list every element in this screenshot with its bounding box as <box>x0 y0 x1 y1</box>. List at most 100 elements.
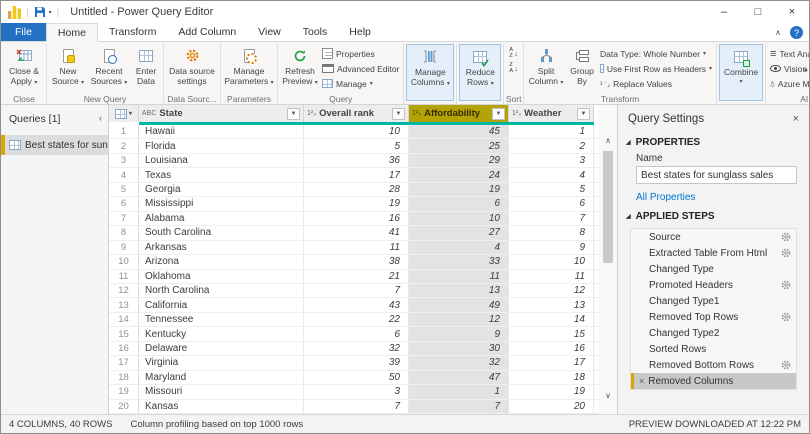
overall-rank-cell[interactable]: 38 <box>304 255 409 268</box>
overall-rank-cell[interactable]: 17 <box>304 168 409 181</box>
affordability-cell[interactable]: 49 <box>409 298 509 311</box>
step-removed-columns[interactable]: × Removed Columns <box>631 373 796 389</box>
manage-columns-button[interactable]: Manage Columns ▾ <box>408 45 452 89</box>
table-row[interactable]: 9Arkansas1149 <box>109 241 599 255</box>
affordability-cell[interactable]: 10 <box>409 212 509 225</box>
state-cell[interactable]: Hawaii <box>139 125 304 138</box>
advanced-editor-button[interactable]: Advanced Editor <box>320 61 401 76</box>
step-extracted-table[interactable]: Extracted Table From Html <box>631 245 796 261</box>
overall-rank-cell[interactable]: 39 <box>304 356 409 369</box>
state-cell[interactable]: Georgia <box>139 183 304 196</box>
table-row[interactable]: 19Missouri3119 <box>109 385 599 399</box>
weather-cell[interactable]: 19 <box>509 385 594 398</box>
column-header-overall-rank[interactable]: 1²₃ Overall rank ▼ <box>304 105 409 122</box>
step-settings-gear-icon[interactable] <box>781 312 791 322</box>
overall-rank-cell[interactable]: 5 <box>304 139 409 152</box>
table-row[interactable]: 8South Carolina41278 <box>109 226 599 240</box>
profiling-status[interactable]: Column profiling based on top 1000 rows <box>130 419 303 430</box>
table-row[interactable]: 2Florida5252 <box>109 139 599 153</box>
tab-add-column[interactable]: Add Column <box>167 23 247 41</box>
vertical-scrollbar[interactable]: ∧ ∨ <box>599 105 617 414</box>
enter-data-button[interactable]: Enter Data <box>131 44 161 86</box>
recent-sources-button[interactable]: Recent Sources ▾ <box>87 44 131 88</box>
overall-rank-cell[interactable]: 16 <box>304 212 409 225</box>
table-row[interactable]: 3Louisiana36293 <box>109 154 599 168</box>
tab-help[interactable]: Help <box>338 23 382 41</box>
weather-cell[interactable]: 16 <box>509 342 594 355</box>
state-cell[interactable]: Arkansas <box>139 241 304 254</box>
affordability-cell[interactable]: 47 <box>409 371 509 384</box>
query-list-item[interactable]: Best states for sunglas... <box>1 135 108 155</box>
table-row[interactable]: 6Mississippi1966 <box>109 197 599 211</box>
state-cell[interactable]: California <box>139 298 304 311</box>
scrollbar-thumb[interactable] <box>603 151 613 263</box>
weather-cell[interactable]: 3 <box>509 154 594 167</box>
table-row[interactable]: 5Georgia28195 <box>109 183 599 197</box>
close-button[interactable]: × <box>775 1 809 23</box>
step-removed-top-rows[interactable]: Removed Top Rows <box>631 309 796 325</box>
weather-cell[interactable]: 7 <box>509 212 594 225</box>
table-menu-corner-cell[interactable]: ▾ <box>109 105 139 122</box>
table-row[interactable]: 18Maryland504718 <box>109 371 599 385</box>
filter-dropdown-icon[interactable]: ▼ <box>577 108 590 120</box>
close-panel-icon[interactable]: × <box>793 113 799 125</box>
table-row[interactable]: 20Kansas7720 <box>109 400 599 414</box>
properties-section-header[interactable]: ◢ PROPERTIES <box>618 131 809 150</box>
collapse-ribbon-icon[interactable]: ∧ <box>775 28 781 37</box>
manage-parameters-button[interactable]: Manage Parameters ▾ <box>223 44 275 88</box>
group-by-button[interactable]: Group By <box>566 44 598 86</box>
state-cell[interactable]: Texas <box>139 168 304 181</box>
combine-button[interactable]: Combine ▾ <box>721 45 761 85</box>
state-cell[interactable]: Louisiana <box>139 154 304 167</box>
table-row[interactable]: 14Tennessee221214 <box>109 313 599 327</box>
state-cell[interactable]: Alabama <box>139 212 304 225</box>
table-row[interactable]: 13California434913 <box>109 298 599 312</box>
overall-rank-cell[interactable]: 19 <box>304 197 409 210</box>
affordability-cell[interactable]: 29 <box>409 154 509 167</box>
sort-ascending-button[interactable]: AZ↓ <box>509 48 518 59</box>
affordability-cell[interactable]: 12 <box>409 313 509 326</box>
weather-cell[interactable]: 6 <box>509 197 594 210</box>
overall-rank-cell[interactable]: 50 <box>304 371 409 384</box>
table-row[interactable]: 16Delaware323016 <box>109 342 599 356</box>
manage-button[interactable]: Manage ▾ <box>320 76 401 91</box>
weather-cell[interactable]: 13 <box>509 298 594 311</box>
replace-values-button[interactable]: ¹→₂Replace Values <box>598 76 714 91</box>
state-cell[interactable]: South Carolina <box>139 226 304 239</box>
affordability-cell[interactable]: 25 <box>409 139 509 152</box>
affordability-cell[interactable]: 13 <box>409 284 509 297</box>
step-changed-type1[interactable]: Changed Type1 <box>631 293 796 309</box>
filter-dropdown-icon[interactable]: ▼ <box>492 108 505 120</box>
split-column-button[interactable]: Split Column ▾ <box>526 44 566 88</box>
data-type-button[interactable]: Data Type: Whole Number ▾ <box>598 46 714 61</box>
weather-cell[interactable]: 10 <box>509 255 594 268</box>
table-row[interactable]: 11Oklahoma211111 <box>109 270 599 284</box>
overall-rank-cell[interactable]: 36 <box>304 154 409 167</box>
all-properties-link[interactable]: All Properties <box>618 184 809 205</box>
collapse-queries-pane-icon[interactable]: ‹ <box>99 113 102 123</box>
weather-cell[interactable]: 15 <box>509 327 594 340</box>
quick-access-dropdown-icon[interactable]: ▾ <box>49 9 52 16</box>
state-cell[interactable]: North Carolina <box>139 284 304 297</box>
column-header-state[interactable]: ABC State ▼ <box>139 105 304 122</box>
weather-cell[interactable]: 5 <box>509 183 594 196</box>
reduce-rows-button[interactable]: Reduce Rows ▾ <box>461 45 499 89</box>
overall-rank-cell[interactable]: 41 <box>304 226 409 239</box>
filter-dropdown-icon[interactable]: ▼ <box>287 108 300 120</box>
table-row[interactable]: 1Hawaii10451 <box>109 125 599 139</box>
weather-cell[interactable]: 18 <box>509 371 594 384</box>
state-cell[interactable]: Virginia <box>139 356 304 369</box>
state-cell[interactable]: Arizona <box>139 255 304 268</box>
weather-cell[interactable]: 1 <box>509 125 594 138</box>
save-icon[interactable] <box>34 6 46 18</box>
state-cell[interactable]: Kansas <box>139 400 304 413</box>
step-settings-gear-icon[interactable] <box>781 232 791 242</box>
affordability-cell[interactable]: 4 <box>409 241 509 254</box>
state-cell[interactable]: Tennessee <box>139 313 304 326</box>
close-and-apply-button[interactable]: Close & Apply ▾ <box>4 44 44 88</box>
step-promoted-headers[interactable]: Promoted Headers <box>631 277 796 293</box>
column-header-weather[interactable]: 1²₃ Weather ▼ <box>509 105 594 122</box>
weather-cell[interactable]: 17 <box>509 356 594 369</box>
affordability-cell[interactable]: 19 <box>409 183 509 196</box>
weather-cell[interactable]: 9 <box>509 241 594 254</box>
